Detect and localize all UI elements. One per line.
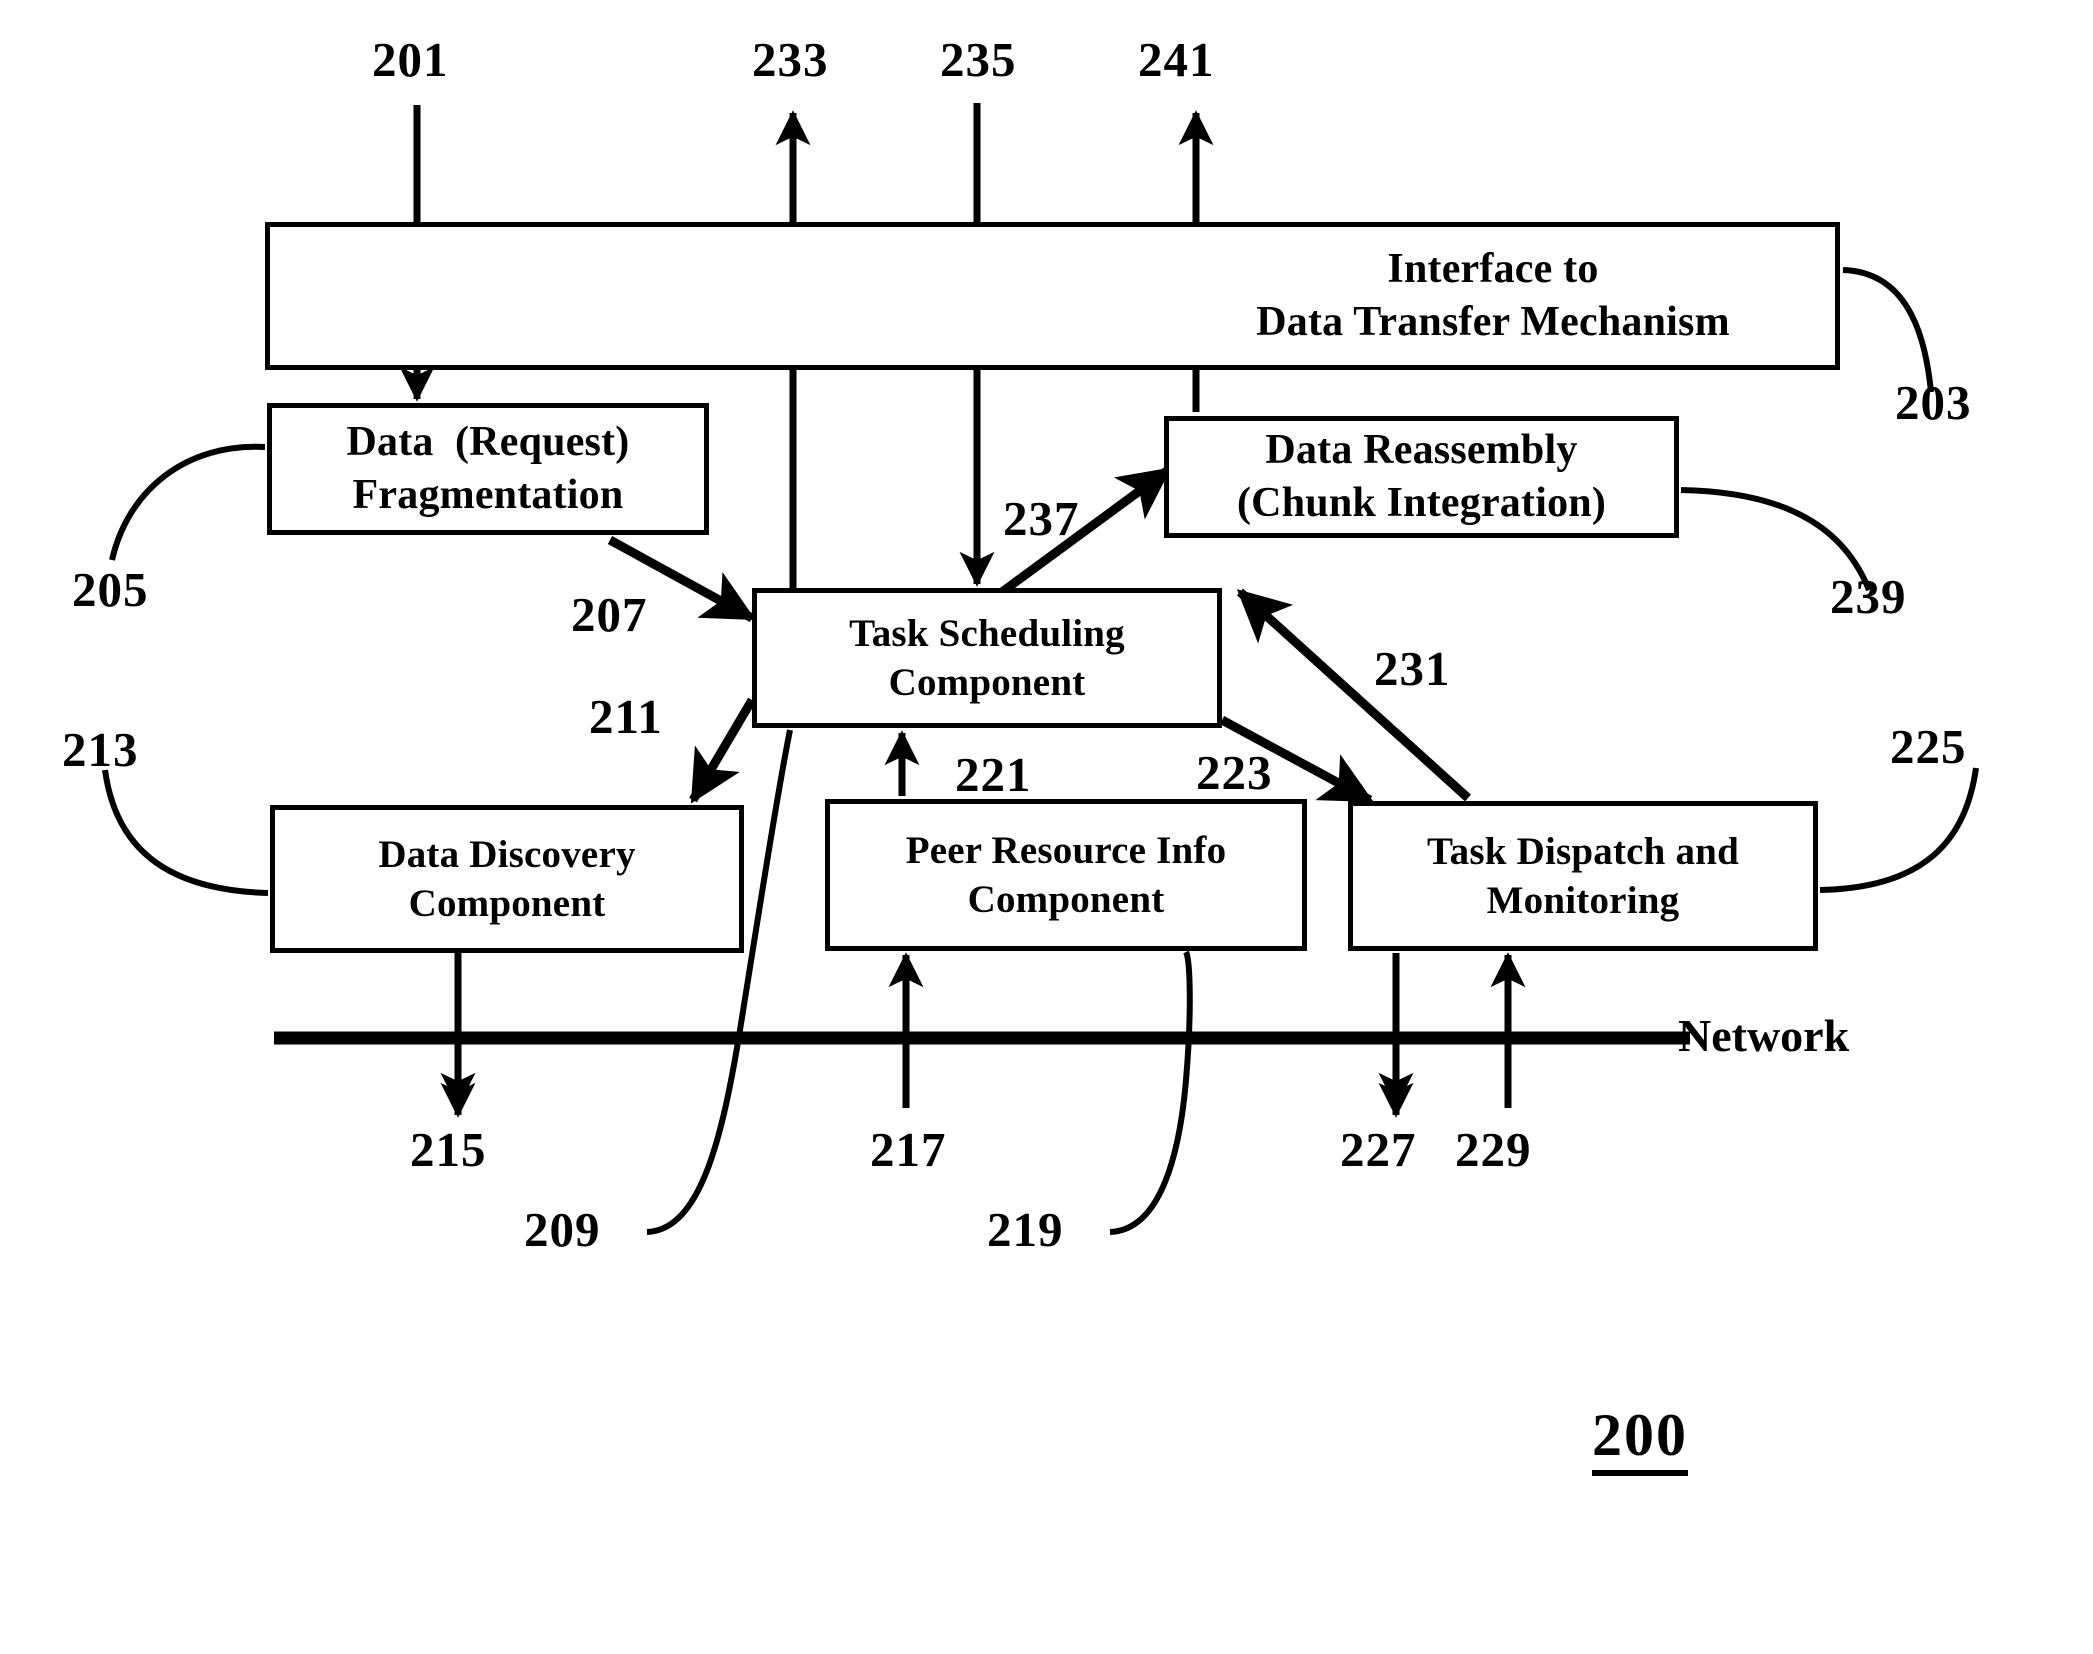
ref-label-231: 231 bbox=[1374, 641, 1451, 696]
reassembly-line-2: (Chunk Integration) bbox=[1236, 480, 1607, 526]
ref-label-217: 217 bbox=[870, 1122, 947, 1177]
ref-label-205: 205 bbox=[72, 562, 149, 617]
leader-219 bbox=[1109, 950, 1193, 1235]
interface-box-text: Interface to Data Transfer Mechanism bbox=[1173, 243, 1813, 349]
task-scheduling-component-box: Task Scheduling Component bbox=[752, 588, 1222, 728]
data-request-fragmentation-box: Data (Request) Fragmentation bbox=[267, 403, 709, 535]
peer-resource-info-component-box: Peer Resource Info Component bbox=[825, 799, 1307, 951]
ref-label-203: 203 bbox=[1895, 375, 1972, 430]
interface-to-data-transfer-mechanism-box: Interface to Data Transfer Mechanism bbox=[265, 222, 1840, 370]
ref-label-215: 215 bbox=[410, 1122, 487, 1177]
ref-label-227: 227 bbox=[1340, 1122, 1417, 1177]
network-label: Network bbox=[1678, 1010, 1850, 1061]
task-dispatch-and-monitoring-box: Task Dispatch and Monitoring bbox=[1348, 801, 1818, 951]
dispatch-line-1: Task Dispatch and bbox=[1427, 829, 1739, 873]
dispatch-line-2: Monitoring bbox=[1486, 879, 1680, 922]
discovery-line-2: Component bbox=[408, 882, 606, 925]
interface-line-2: Data Transfer Mechanism bbox=[1256, 299, 1730, 345]
fragmentation-line-2: Fragmentation bbox=[352, 472, 624, 518]
fragmentation-line-1: Data (Request) bbox=[346, 419, 630, 466]
ref-label-233: 233 bbox=[752, 32, 829, 87]
scheduling-line-1: Task Scheduling bbox=[849, 611, 1125, 655]
patent-figure: Interface to Data Transfer Mechanism Dat… bbox=[0, 0, 2093, 1654]
data-discovery-component-box: Data Discovery Component bbox=[270, 805, 744, 953]
leader-225 bbox=[1819, 767, 1979, 893]
ref-label-235: 235 bbox=[940, 32, 1017, 87]
peerinfo-line-1: Peer Resource Info bbox=[905, 828, 1227, 872]
arrow-211 bbox=[689, 697, 756, 804]
ref-label-223: 223 bbox=[1196, 745, 1273, 800]
ref-label-221: 221 bbox=[955, 747, 1032, 802]
leader-205 bbox=[109, 443, 266, 561]
ref-label-213: 213 bbox=[62, 722, 139, 777]
ref-label-239: 239 bbox=[1830, 569, 1907, 624]
data-reassembly-chunk-integration-box: Data Reassembly (Chunk Integration) bbox=[1164, 416, 1679, 538]
ref-label-225: 225 bbox=[1890, 719, 1967, 774]
interface-line-1: Interface to bbox=[1387, 246, 1599, 293]
ref-label-211: 211 bbox=[589, 689, 663, 744]
discovery-line-1: Data Discovery bbox=[378, 832, 636, 876]
figure-number: 200 bbox=[1592, 1405, 1688, 1476]
leader-213 bbox=[102, 769, 269, 896]
scheduling-line-2: Component bbox=[888, 661, 1086, 704]
reassembly-line-1: Data Reassembly bbox=[1265, 427, 1578, 474]
leader-203 bbox=[1842, 267, 1934, 393]
ref-label-229: 229 bbox=[1455, 1122, 1532, 1177]
ref-label-201: 201 bbox=[372, 32, 449, 87]
ref-label-237: 237 bbox=[1003, 491, 1080, 546]
ref-label-209: 209 bbox=[524, 1202, 601, 1257]
ref-label-219: 219 bbox=[987, 1202, 1064, 1257]
ref-label-207: 207 bbox=[571, 587, 648, 642]
ref-label-241: 241 bbox=[1138, 32, 1215, 87]
peerinfo-line-2: Component bbox=[967, 878, 1165, 921]
